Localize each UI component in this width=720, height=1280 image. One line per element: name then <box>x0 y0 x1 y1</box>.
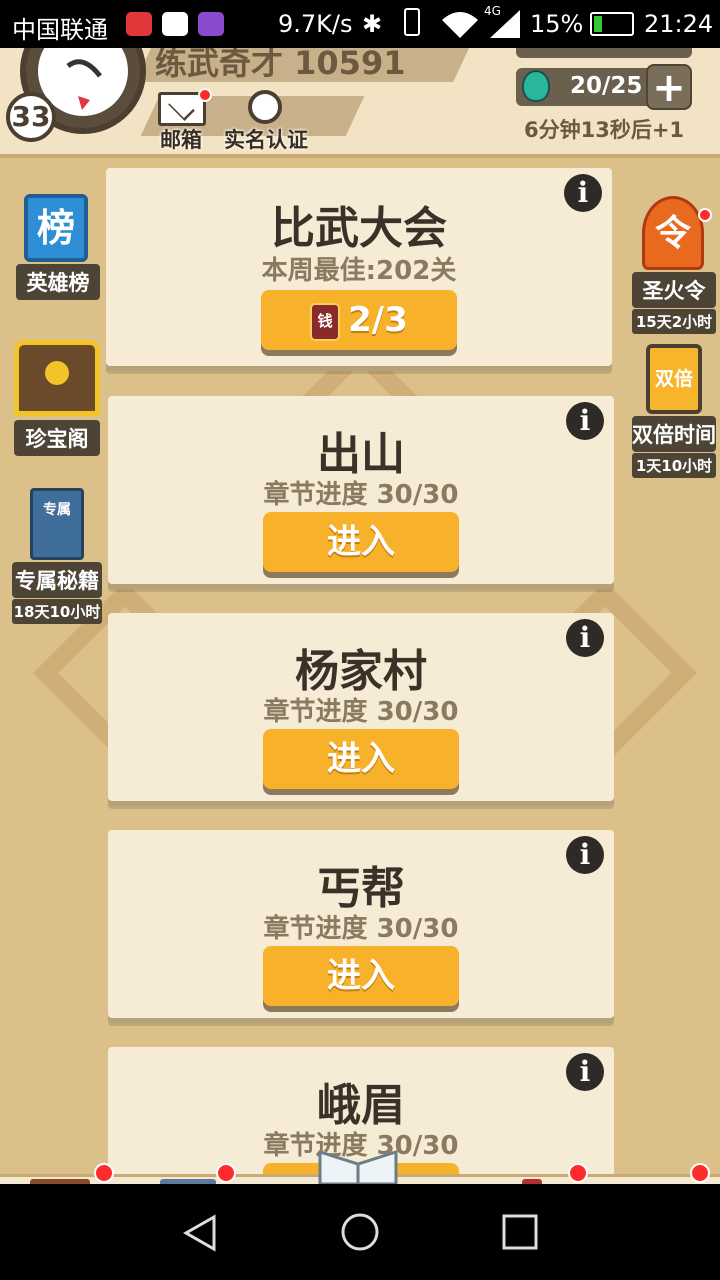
card-title: 比武大会 <box>271 203 447 254</box>
chapter-progress: 章节进度 30/30 <box>263 480 459 510</box>
treasure-chest-icon <box>14 340 100 416</box>
netease-music-icon <box>126 12 152 36</box>
info-icon[interactable]: i <box>566 1053 604 1091</box>
exclusive-manual-button[interactable]: 专属 专属秘籍 18天10小时 <box>12 488 102 624</box>
double-time-label: 双倍时间 <box>632 416 716 452</box>
realname-search-icon[interactable] <box>248 90 282 124</box>
chapter-progress: 章节进度 30/30 <box>263 697 459 727</box>
player-name: 练武奇才 10591 <box>155 48 406 82</box>
chapter-progress: 章节进度 30/30 <box>263 914 459 944</box>
ranking-banner-icon: 榜 <box>24 194 88 262</box>
tab-notification-dot <box>94 1163 114 1183</box>
tab-notification-dot <box>568 1163 588 1183</box>
level-badge: 33 <box>6 92 56 142</box>
battery-percent: 15% <box>530 10 584 38</box>
qq-icon <box>162 12 188 36</box>
signal-icon <box>490 10 520 38</box>
chapter-card: 丐帮 章节进度 30/30 进入 i <box>108 830 614 1018</box>
card-subtitle: 本周最佳:202关 <box>261 256 457 286</box>
flame-token-icon: 令 <box>642 196 704 270</box>
status-bar: 中国联通 9.7K/s ✱ 4G 15% 21:24 <box>0 0 720 48</box>
home-icon[interactable] <box>340 1212 380 1252</box>
net-speed: 9.7K/s <box>278 10 353 38</box>
system-navigation-bar <box>0 1184 720 1280</box>
exclusive-manual-label: 专属秘籍 <box>12 562 102 598</box>
holy-flame-label: 圣火令 <box>632 272 716 308</box>
tournament-entry-button[interactable]: 钱 2/3 <box>261 290 457 350</box>
add-energy-button[interactable]: + <box>646 64 692 110</box>
game-screen: 练武奇才 10591 33 邮箱 实名认证 20/25 + 6分钟13秒后+1 … <box>0 48 720 1184</box>
energy-timer: 6分钟13秒后+1 <box>524 118 685 142</box>
tournament-entry-count: 2/3 <box>348 300 408 340</box>
player-header: 练武奇才 10591 33 邮箱 实名认证 20/25 + 6分钟13秒后+1 <box>0 48 720 158</box>
double-time-button[interactable]: 双倍 双倍时间 1天10小时 <box>632 344 716 478</box>
energy-gem-icon <box>522 70 550 102</box>
bluetooth-icon: ✱ <box>362 10 383 38</box>
treasure-pavilion-label: 珍宝阁 <box>14 420 100 456</box>
realname-button[interactable]: 实名认证 <box>224 124 308 154</box>
info-icon[interactable]: i <box>566 619 604 657</box>
info-icon[interactable]: i <box>564 174 602 212</box>
recents-icon[interactable] <box>502 1214 538 1250</box>
info-icon[interactable]: i <box>566 402 604 440</box>
tab-notification-dot <box>216 1163 236 1183</box>
enter-button[interactable]: 进入 <box>263 512 459 572</box>
holy-flame-notification-dot <box>698 208 712 222</box>
chapter-card: 杨家村 章节进度 30/30 进入 i <box>108 613 614 801</box>
carrier-label: 中国联通 <box>12 16 108 44</box>
vibrate-icon <box>404 8 420 36</box>
tab-notification-dot <box>690 1163 710 1183</box>
hero-ranking-button[interactable]: 榜 英雄榜 <box>16 194 100 300</box>
card-title: 丐帮 <box>317 863 405 914</box>
card-title: 峨眉 <box>317 1080 405 1131</box>
treasure-pavilion-button[interactable]: 珍宝阁 <box>14 340 100 456</box>
info-icon[interactable]: i <box>566 836 604 874</box>
hero-ranking-label: 英雄榜 <box>16 264 100 300</box>
card-title: 出山 <box>317 429 405 480</box>
mailbox-notification-dot <box>198 88 212 102</box>
currency-bar-top <box>516 48 692 58</box>
exclusive-manual-timer: 18天10小时 <box>12 599 102 624</box>
wifi-icon <box>442 12 478 38</box>
battery-icon <box>590 12 634 36</box>
double-time-timer: 1天10小时 <box>632 453 716 478</box>
tournament-card: 比武大会 本周最佳:202关 钱 2/3 i <box>106 168 612 366</box>
chest-star <box>45 361 69 385</box>
clock: 21:24 <box>644 10 714 38</box>
gallery-icon <box>198 12 224 36</box>
enter-button[interactable]: 进入 <box>263 946 459 1006</box>
manual-book-icon: 专属 <box>30 488 84 560</box>
double-time-icon: 双倍 <box>646 344 702 414</box>
mailbox-button[interactable]: 邮箱 <box>160 124 202 154</box>
card-title: 杨家村 <box>295 646 427 697</box>
holy-flame-timer: 15天2小时 <box>632 309 716 334</box>
back-icon[interactable] <box>182 1214 218 1252</box>
center-tab-book-icon[interactable] <box>318 1148 398 1184</box>
chapter-card: 出山 章节进度 30/30 进入 i <box>108 396 614 584</box>
ticket-icon: 钱 <box>310 302 341 341</box>
enter-button[interactable]: 进入 <box>263 729 459 789</box>
energy-value: 20/25 <box>570 73 643 99</box>
